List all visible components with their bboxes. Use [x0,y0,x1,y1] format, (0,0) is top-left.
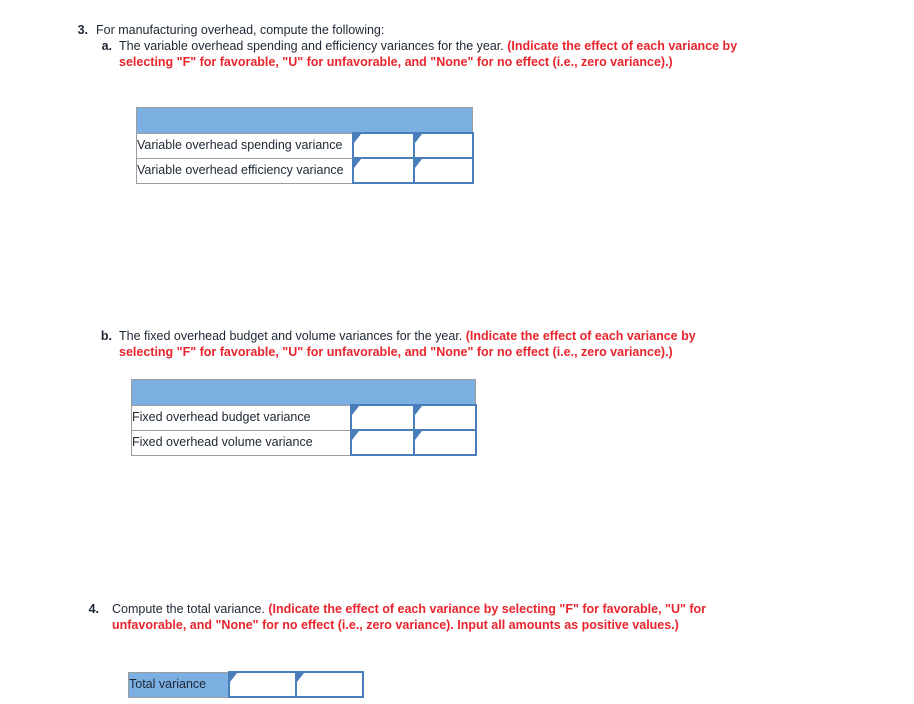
effect-cell-fixed-overhead-volume-variance[interactable] [412,429,477,456]
effect-cell-variable-overhead-efficiency-variance[interactable] [412,157,474,184]
effect-cell-variable-overhead-spending-variance[interactable] [412,132,474,159]
question-3b-number: b. [100,329,112,343]
amount-input-variable-overhead-efficiency-variance[interactable] [353,159,413,182]
effect-input-fixed-overhead-volume-variance[interactable] [414,431,475,454]
row-label-fixed-overhead-budget-variance: Fixed overhead budget variance [131,404,351,431]
question-4-number: 4. [88,602,99,616]
amount-cell-total-variance[interactable] [227,671,297,698]
amount-input-variable-overhead-spending-variance[interactable] [353,134,413,157]
question-3b-text: The fixed overhead budget and volume var… [119,328,744,360]
table-row: Variable overhead spending variance [136,132,474,159]
amount-input-fixed-overhead-volume-variance[interactable] [351,431,413,454]
effect-cell-total-variance[interactable] [294,671,364,698]
row-label-variable-overhead-efficiency-variance: Variable overhead efficiency variance [136,157,353,184]
effect-cell-fixed-overhead-budget-variance[interactable] [412,404,477,431]
variable-overhead-variance-table: Variable overhead spending variance Vari… [135,107,474,184]
amount-input-total-variance[interactable] [229,673,295,696]
question-3a-text: The variable overhead spending and effic… [119,38,744,70]
row-label-variable-overhead-spending-variance: Variable overhead spending variance [136,132,353,159]
question-3-number: 3. [77,23,88,37]
question-3-text: For manufacturing overhead, compute the … [96,22,516,38]
table-row: Variable overhead efficiency variance [136,157,474,184]
table-row: Fixed overhead budget variance [131,404,477,431]
question-3a-text-plain: The variable overhead spending and effic… [119,39,508,53]
question-3a-number: a. [101,39,112,53]
table-header-row [135,107,474,134]
amount-cell-variable-overhead-spending-variance[interactable] [351,132,415,159]
question-3-text-plain: For manufacturing overhead, compute the … [96,23,385,37]
table-row: Fixed overhead volume variance [131,429,477,456]
amount-cell-variable-overhead-efficiency-variance[interactable] [351,157,415,184]
question-4-text: Compute the total variance. (Indicate th… [112,601,732,633]
effect-input-variable-overhead-efficiency-variance[interactable] [414,159,472,182]
variable-overhead-table-header [135,107,474,134]
amount-cell-fixed-overhead-volume-variance[interactable] [349,429,415,456]
fixed-overhead-variance-table: Fixed overhead budget variance Fixed ove… [130,379,477,456]
question-3b-text-plain: The fixed overhead budget and volume var… [119,329,466,343]
question-3a: a. The variable overhead spending and ef… [98,38,744,70]
question-3b: b. The fixed overhead budget and volume … [98,328,744,360]
question-4: 4. Compute the total variance. (Indicate… [79,601,732,633]
fixed-overhead-table-header [130,379,477,406]
table-header-row [130,379,477,406]
amount-input-fixed-overhead-budget-variance[interactable] [351,406,413,429]
effect-input-total-variance[interactable] [296,673,362,696]
row-label-total-variance: Total variance [128,671,229,698]
table-row: Total variance [128,671,364,698]
total-variance-table: Total variance [128,671,364,698]
question-4-text-plain: Compute the total variance. [112,602,269,616]
question-3: 3. For manufacturing overhead, compute t… [74,22,516,38]
amount-cell-fixed-overhead-budget-variance[interactable] [349,404,415,431]
effect-input-fixed-overhead-budget-variance[interactable] [414,406,475,429]
effect-input-variable-overhead-spending-variance[interactable] [414,134,472,157]
row-label-fixed-overhead-volume-variance: Fixed overhead volume variance [131,429,351,456]
